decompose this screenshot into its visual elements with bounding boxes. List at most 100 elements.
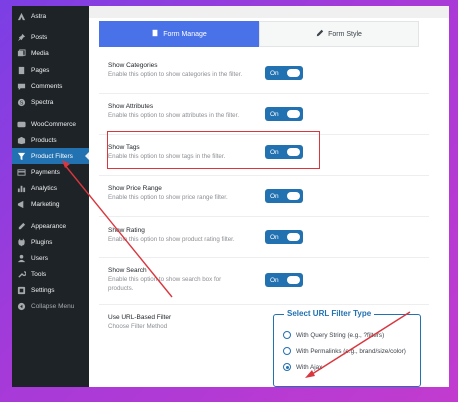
tools-icon xyxy=(17,270,26,279)
radio-button[interactable] xyxy=(283,347,291,355)
radio-permalinks[interactable]: With Permalinks (e.g., brand/size/color) xyxy=(283,347,406,355)
show-search-toggle[interactable]: On xyxy=(265,273,303,287)
sidebar-item-settings[interactable]: Settings xyxy=(12,282,89,298)
option-title: Show Price Range xyxy=(108,185,162,192)
tab-form-manage[interactable]: Form Manage xyxy=(99,21,259,47)
radio-button[interactable] xyxy=(283,331,291,339)
sidebar-item-spectra[interactable]: S Spectra xyxy=(12,94,89,110)
option-description: Choose Filter Method xyxy=(108,323,168,330)
sidebar-item-plugins[interactable]: Plugins xyxy=(12,234,89,250)
svg-text:S: S xyxy=(20,100,24,106)
sidebar-item-label: Plugins xyxy=(31,238,53,246)
tab-label: Form Style xyxy=(328,30,362,38)
sidebar-item-payments[interactable]: Payments xyxy=(12,164,89,180)
option-row-show-search: Show Search Enable this option to show s… xyxy=(99,259,429,305)
sidebar-item-comments[interactable]: Comments xyxy=(12,78,89,94)
sidebar-item-label: Spectra xyxy=(31,98,54,106)
option-description: Enable this option to show product ratin… xyxy=(108,236,235,243)
page-icon xyxy=(17,66,26,75)
url-filter-box-title: Select URL Filter Type xyxy=(284,309,375,318)
sidebar-item-astra[interactable]: Astra xyxy=(12,8,89,24)
radio-button-selected[interactable] xyxy=(283,363,291,371)
toggle-label: On xyxy=(270,276,279,284)
sidebar-item-appearance[interactable]: Appearance xyxy=(12,218,89,234)
show-rating-toggle[interactable]: On xyxy=(265,230,303,244)
admin-sidebar: Astra Posts Media Pages Comments S Spect… xyxy=(12,6,89,387)
toggle-label: On xyxy=(270,192,279,200)
sidebar-item-label: Products xyxy=(31,136,57,144)
sidebar-item-users[interactable]: Users xyxy=(12,250,89,266)
toggle-label: On xyxy=(270,69,279,77)
filter-icon xyxy=(17,152,26,161)
option-row-show-rating: Show Rating Enable this option to show p… xyxy=(99,218,429,258)
sidebar-item-label: Posts xyxy=(31,33,48,41)
comment-icon xyxy=(17,82,26,91)
sidebar-item-media[interactable]: Media xyxy=(12,45,89,61)
option-description: Enable this option to show search box fo… xyxy=(108,276,222,292)
users-icon xyxy=(17,254,26,263)
option-title: Show Attributes xyxy=(108,103,154,110)
show-price-range-toggle[interactable]: On xyxy=(265,189,303,203)
appearance-icon xyxy=(17,222,26,231)
radio-label: With Permalinks (e.g., brand/size/color) xyxy=(296,347,406,355)
sidebar-item-marketing[interactable]: Marketing xyxy=(12,196,89,212)
radio-query-string[interactable]: With Query String (e.g., ?filters) xyxy=(283,331,384,339)
toggle-knob xyxy=(287,110,300,118)
pencil-icon xyxy=(316,29,328,39)
products-icon xyxy=(17,136,26,145)
toggle-knob xyxy=(287,276,300,284)
plugins-icon xyxy=(17,238,26,247)
option-title: Show Categories xyxy=(108,62,158,69)
tab-form-style[interactable]: Form Style xyxy=(259,21,419,47)
document-icon xyxy=(151,29,163,39)
sidebar-item-label: Appearance xyxy=(31,222,67,230)
toggle-label: On xyxy=(270,110,279,118)
radio-label: With Ajax xyxy=(296,363,323,371)
option-row-show-price-range: Show Price Range Enable this option to s… xyxy=(99,177,429,217)
top-strip xyxy=(89,6,449,18)
sidebar-item-label: Comments xyxy=(31,82,63,90)
astra-icon xyxy=(17,12,26,21)
sidebar-item-woocommerce[interactable]: WooCommerce xyxy=(12,116,89,132)
show-categories-toggle[interactable]: On xyxy=(265,66,303,80)
radio-label: With Query String (e.g., ?filters) xyxy=(296,331,385,339)
show-tags-highlight xyxy=(107,131,320,169)
option-title: Use URL-Based Filter xyxy=(108,314,172,321)
sidebar-item-analytics[interactable]: Analytics xyxy=(12,180,89,196)
toggle-knob xyxy=(287,233,300,241)
sidebar-item-label: Product Filters xyxy=(31,152,73,160)
tab-label: Form Manage xyxy=(163,30,207,38)
sidebar-item-label: Analytics xyxy=(31,184,58,192)
sidebar-item-products[interactable]: Products xyxy=(12,132,89,148)
radio-ajax[interactable]: With Ajax xyxy=(283,363,322,371)
option-row-show-categories: Show Categories Enable this option to sh… xyxy=(99,54,429,94)
sidebar-item-label: Media xyxy=(31,49,49,57)
sidebar-item-label: Astra xyxy=(31,12,47,20)
sidebar-item-label: Users xyxy=(31,254,48,262)
media-icon xyxy=(17,48,26,58)
toggle-label: On xyxy=(270,233,279,241)
sidebar-collapse-menu[interactable]: Collapse Menu xyxy=(12,298,89,314)
url-filter-type-box: Select URL Filter Type With Query String… xyxy=(273,309,421,387)
sidebar-item-label: Settings xyxy=(31,286,55,294)
sidebar-item-label: Collapse Menu xyxy=(31,302,75,310)
toggle-knob xyxy=(287,69,300,77)
option-description: Enable this option to show price range f… xyxy=(108,194,228,201)
show-attributes-toggle[interactable]: On xyxy=(265,107,303,121)
sidebar-item-pages[interactable]: Pages xyxy=(12,62,89,78)
option-title: Show Search xyxy=(108,267,147,274)
main-content: Form Manage Form Style Show Categories E… xyxy=(89,6,449,387)
payments-icon xyxy=(17,168,26,177)
sidebar-item-label: Pages xyxy=(31,66,50,74)
option-description: Enable this option to show categories in… xyxy=(108,71,243,78)
collapse-icon xyxy=(17,302,26,311)
woocommerce-icon xyxy=(17,120,26,129)
sidebar-item-label: Tools xyxy=(31,270,47,278)
sidebar-item-product-filters[interactable]: Product Filters xyxy=(12,148,89,164)
sidebar-item-tools[interactable]: Tools xyxy=(12,266,89,282)
spectra-icon: S xyxy=(17,98,26,107)
sidebar-item-posts[interactable]: Posts xyxy=(12,29,89,45)
pin-icon xyxy=(17,33,26,42)
sidebar-item-label: Marketing xyxy=(31,200,60,208)
sidebar-item-label: Payments xyxy=(31,168,60,176)
